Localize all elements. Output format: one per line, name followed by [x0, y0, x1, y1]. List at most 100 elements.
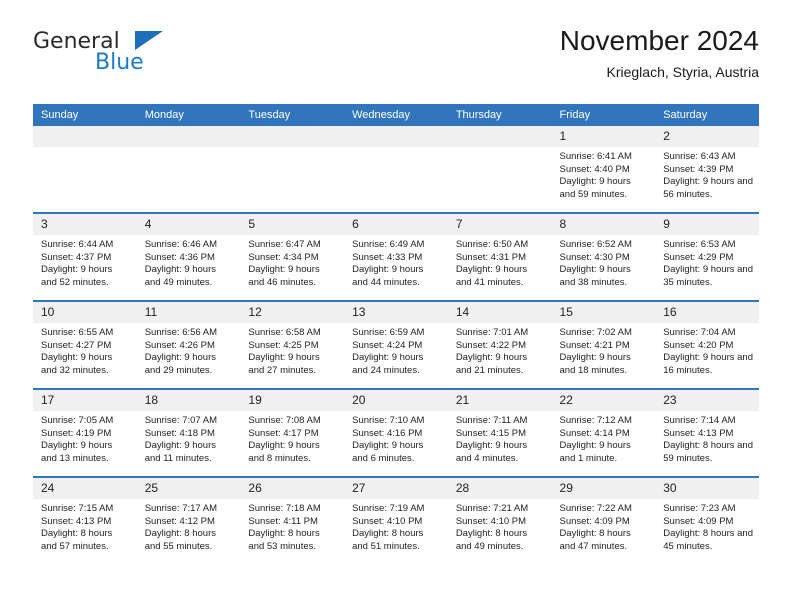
sunrise-text: Sunrise: 6:50 AM: [455, 239, 529, 250]
sunset-text: Sunset: 4:16 PM: [352, 427, 423, 439]
day-cell[interactable]: 4 Sunrise: 6:46 AM Sunset: 4:36 PM Dayli…: [136, 212, 241, 301]
day-number: 16: [655, 302, 759, 323]
day-cell[interactable]: 29 Sunrise: 7:22 AM Sunset: 4:09 PM Dayl…: [551, 476, 656, 564]
day-cell[interactable]: 8 Sunrise: 6:52 AM Sunset: 4:30 PM Dayli…: [551, 212, 656, 301]
day-cell[interactable]: [136, 126, 241, 213]
week-row: 3 Sunrise: 6:44 AM Sunset: 4:37 PM Dayli…: [33, 212, 759, 301]
day-cell[interactable]: 17 Sunrise: 7:05 AM Sunset: 4:19 PM Dayl…: [33, 388, 137, 477]
day-cell[interactable]: [447, 126, 552, 213]
day-cell[interactable]: 12 Sunrise: 6:58 AM Sunset: 4:25 PM Dayl…: [240, 300, 345, 389]
day-info: Sunrise: 6:43 AM Sunset: 4:39 PM Dayligh…: [655, 147, 759, 201]
day-cell[interactable]: 27 Sunrise: 7:19 AM Sunset: 4:10 PM Dayl…: [344, 476, 448, 564]
day-number: 23: [655, 390, 759, 411]
day-info: Sunrise: 6:53 AM Sunset: 4:29 PM Dayligh…: [655, 235, 759, 289]
daylight-text: Daylight: 9 hours and 44 minutes.: [352, 264, 424, 288]
day-number: 11: [136, 302, 241, 323]
calendar-page: General Blue November 2024 Krieglach, St…: [0, 0, 792, 612]
sunrise-text: Sunrise: 7:22 AM: [559, 503, 632, 514]
sunrise-text: Sunrise: 7:18 AM: [248, 503, 321, 514]
sunrise-text: Sunrise: 7:02 AM: [559, 327, 632, 338]
sunrise-text: Sunrise: 7:11 AM: [455, 415, 528, 426]
day-cell[interactable]: 20 Sunrise: 7:10 AM Sunset: 4:16 PM Dayl…: [344, 388, 448, 477]
day-cell[interactable]: 13 Sunrise: 6:59 AM Sunset: 4:24 PM Dayl…: [344, 300, 448, 389]
day-cell[interactable]: [240, 126, 345, 213]
day-cell[interactable]: 24 Sunrise: 7:15 AM Sunset: 4:13 PM Dayl…: [33, 476, 137, 564]
day-number: 10: [33, 302, 137, 323]
day-number: 12: [240, 302, 345, 323]
daylight-text: Daylight: 8 hours and 51 minutes.: [352, 528, 424, 552]
day-number: 29: [551, 478, 656, 499]
sunrise-text: Sunrise: 7:19 AM: [352, 503, 425, 514]
sunset-text: Sunset: 4:40 PM: [559, 163, 630, 175]
sunset-text: Sunset: 4:12 PM: [144, 515, 215, 527]
weekday-header-thursday: Thursday: [447, 104, 552, 126]
day-number: [33, 126, 137, 147]
day-cell[interactable]: 1 Sunrise: 6:41 AM Sunset: 4:40 PM Dayli…: [551, 126, 656, 213]
day-info: Sunrise: 7:11 AM Sunset: 4:15 PM Dayligh…: [448, 411, 552, 465]
day-cell[interactable]: 30 Sunrise: 7:23 AM Sunset: 4:09 PM Dayl…: [655, 476, 759, 564]
day-number: [136, 126, 241, 147]
day-cell[interactable]: 18 Sunrise: 7:07 AM Sunset: 4:18 PM Dayl…: [136, 388, 241, 477]
day-cell[interactable]: [33, 126, 137, 213]
day-info: Sunrise: 6:41 AM Sunset: 4:40 PM Dayligh…: [552, 147, 656, 201]
day-info: Sunrise: 7:08 AM Sunset: 4:17 PM Dayligh…: [240, 411, 344, 465]
day-number: 1: [551, 126, 656, 147]
brand-logo[interactable]: General Blue: [33, 28, 333, 76]
daylight-text: Daylight: 9 hours and 24 minutes.: [352, 352, 424, 376]
sunrise-text: Sunrise: 7:08 AM: [248, 415, 321, 426]
sunrise-text: Sunrise: 7:04 AM: [663, 327, 736, 338]
day-info: Sunrise: 7:07 AM Sunset: 4:18 PM Dayligh…: [137, 411, 241, 465]
day-cell[interactable]: 10 Sunrise: 6:55 AM Sunset: 4:27 PM Dayl…: [33, 300, 137, 389]
day-cell[interactable]: 2 Sunrise: 6:43 AM Sunset: 4:39 PM Dayli…: [655, 126, 759, 213]
day-cell[interactable]: 14 Sunrise: 7:01 AM Sunset: 4:22 PM Dayl…: [447, 300, 552, 389]
weekday-header-monday: Monday: [136, 104, 241, 126]
day-cell[interactable]: 26 Sunrise: 7:18 AM Sunset: 4:11 PM Dayl…: [240, 476, 345, 564]
day-number: 18: [136, 390, 241, 411]
day-cell[interactable]: 21 Sunrise: 7:11 AM Sunset: 4:15 PM Dayl…: [447, 388, 552, 477]
day-cell[interactable]: 23 Sunrise: 7:14 AM Sunset: 4:13 PM Dayl…: [655, 388, 759, 477]
sunrise-text: Sunrise: 7:21 AM: [455, 503, 529, 514]
daylight-text: Daylight: 8 hours and 49 minutes.: [455, 528, 528, 552]
sunrise-text: Sunrise: 6:49 AM: [352, 239, 425, 250]
day-number: 13: [344, 302, 448, 323]
weekday-header-saturday: Saturday: [655, 104, 759, 126]
day-cell[interactable]: 28 Sunrise: 7:21 AM Sunset: 4:10 PM Dayl…: [447, 476, 552, 564]
day-info: Sunrise: 6:49 AM Sunset: 4:33 PM Dayligh…: [344, 235, 448, 289]
weekday-header-friday: Friday: [551, 104, 656, 126]
day-number: 26: [240, 478, 345, 499]
day-number: 7: [447, 214, 552, 235]
daylight-text: Daylight: 9 hours and 32 minutes.: [41, 352, 113, 376]
day-info: Sunrise: 6:55 AM Sunset: 4:27 PM Dayligh…: [33, 323, 137, 377]
day-info: Sunrise: 7:14 AM Sunset: 4:13 PM Dayligh…: [655, 411, 759, 465]
day-cell[interactable]: 22 Sunrise: 7:12 AM Sunset: 4:14 PM Dayl…: [551, 388, 656, 477]
day-cell[interactable]: [344, 126, 448, 213]
sunset-text: Sunset: 4:22 PM: [455, 339, 527, 351]
day-cell[interactable]: 16 Sunrise: 7:04 AM Sunset: 4:20 PM Dayl…: [655, 300, 759, 389]
sunset-text: Sunset: 4:14 PM: [559, 427, 630, 439]
day-cell[interactable]: 7 Sunrise: 6:50 AM Sunset: 4:31 PM Dayli…: [447, 212, 552, 301]
daylight-text: Daylight: 9 hours and 13 minutes.: [41, 440, 113, 464]
day-cell[interactable]: 25 Sunrise: 7:17 AM Sunset: 4:12 PM Dayl…: [136, 476, 241, 564]
day-cell[interactable]: 6 Sunrise: 6:49 AM Sunset: 4:33 PM Dayli…: [344, 212, 448, 301]
daylight-text: Daylight: 9 hours and 49 minutes.: [144, 264, 216, 288]
day-cell[interactable]: 9 Sunrise: 6:53 AM Sunset: 4:29 PM Dayli…: [655, 212, 759, 301]
day-cell[interactable]: 5 Sunrise: 6:47 AM Sunset: 4:34 PM Dayli…: [240, 212, 345, 301]
day-number: 20: [344, 390, 448, 411]
daylight-text: Daylight: 9 hours and 59 minutes.: [559, 176, 631, 200]
sunrise-text: Sunrise: 6:43 AM: [663, 151, 736, 162]
sunset-text: Sunset: 4:19 PM: [41, 427, 112, 439]
day-number: 9: [655, 214, 759, 235]
day-cell[interactable]: 15 Sunrise: 7:02 AM Sunset: 4:21 PM Dayl…: [551, 300, 656, 389]
day-cell[interactable]: 11 Sunrise: 6:56 AM Sunset: 4:26 PM Dayl…: [136, 300, 241, 389]
daylight-text: Daylight: 9 hours and 41 minutes.: [455, 264, 528, 288]
weekday-header-tuesday: Tuesday: [240, 104, 345, 126]
sunset-text: Sunset: 4:30 PM: [559, 251, 630, 263]
day-cell[interactable]: 19 Sunrise: 7:08 AM Sunset: 4:17 PM Dayl…: [240, 388, 345, 477]
day-info: Sunrise: 7:23 AM Sunset: 4:09 PM Dayligh…: [655, 499, 759, 553]
day-info: Sunrise: 7:02 AM Sunset: 4:21 PM Dayligh…: [552, 323, 656, 377]
daylight-text: Daylight: 9 hours and 29 minutes.: [144, 352, 216, 376]
sunset-text: Sunset: 4:33 PM: [352, 251, 423, 263]
day-cell[interactable]: 3 Sunrise: 6:44 AM Sunset: 4:37 PM Dayli…: [33, 212, 137, 301]
sunrise-text: Sunrise: 7:17 AM: [144, 503, 218, 514]
day-info: Sunrise: 7:12 AM Sunset: 4:14 PM Dayligh…: [552, 411, 656, 465]
